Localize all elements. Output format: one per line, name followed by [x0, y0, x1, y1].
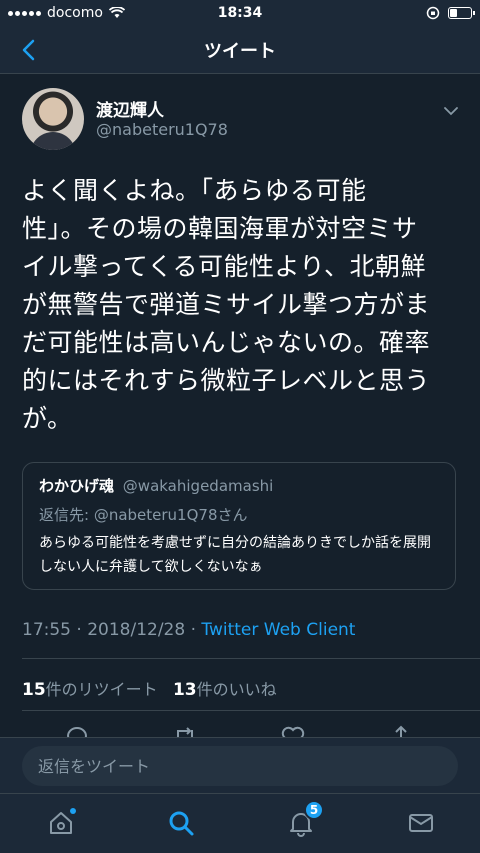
tweet-text: よく聞くよね。「あらゆる可能 性」。その場の韓国海軍が対空ミサ イル撃ってくる可…	[22, 176, 431, 433]
like-count: 13	[172, 680, 197, 700]
quoted-author-handle: @wakahigedamashi	[122, 477, 274, 495]
bottom-tab-bar: 5	[0, 793, 480, 853]
engagement-counts: 15件のリツイート 13件のいいね	[22, 676, 277, 700]
tab-home[interactable]	[44, 806, 78, 840]
quoted-tweet-text: あらゆる可能性を考慮せずに自分の結論ありきでしか話を展開しない人に弁護して欲しく…	[39, 535, 431, 575]
retweet-count-label: 件のリツイート	[45, 680, 158, 699]
author-handle[interactable]: @nabeteru1Q78	[96, 120, 228, 139]
tweet-timestamp: 17:55 · 2018/12/28 ·	[22, 620, 202, 640]
avatar[interactable]	[22, 88, 84, 150]
navigation-bar: ツイート	[0, 26, 480, 74]
quoted-author-name: わかひげ魂	[39, 477, 115, 495]
reply-input[interactable]	[22, 746, 458, 786]
author-display-name[interactable]: 渡辺輝人	[96, 96, 164, 121]
quoted-tweet-header: わかひげ魂 @wakahigedamashi	[39, 475, 439, 496]
tab-notifications[interactable]: 5	[284, 800, 324, 840]
tweet-timestamp-line: 17:55 · 2018/12/28 · Twitter Web Client	[22, 620, 355, 640]
tweet-options-button[interactable]	[440, 100, 462, 122]
quoted-reply-to: 返信先: @nabeteru1Q78さん	[39, 506, 248, 524]
like-count-link[interactable]: 13件のいいね	[172, 680, 277, 700]
status-bar: docomo 18:34	[0, 0, 480, 26]
retweet-count: 15	[22, 680, 46, 700]
chevron-down-icon	[444, 106, 458, 115]
retweet-count-link[interactable]: 15件のリツイート	[22, 680, 158, 700]
battery-icon	[448, 7, 475, 19]
divider	[22, 658, 480, 659]
tab-search[interactable]	[164, 806, 198, 840]
page-title: ツイート	[204, 40, 276, 62]
back-button[interactable]	[14, 36, 42, 64]
chevron-left-icon	[22, 39, 35, 61]
orientation-lock-icon	[426, 6, 440, 20]
like-count-label: 件のいいね	[196, 680, 277, 699]
divider	[22, 710, 480, 711]
tweet-client-link[interactable]: Twitter Web Client	[201, 620, 355, 640]
signal-strength-icon	[8, 10, 41, 16]
quoted-tweet-card[interactable]: わかひげ魂 @wakahigedamashi 返信先: @nabeteru1Q7…	[22, 462, 456, 590]
tab-messages[interactable]	[404, 806, 438, 840]
tweet-header: 渡辺輝人 @nabeteru1Q78	[22, 88, 462, 152]
search-icon	[169, 811, 194, 836]
new-content-dot	[70, 808, 76, 814]
wifi-icon	[108, 7, 125, 18]
carrier-label: docomo	[47, 5, 103, 21]
mail-icon	[409, 814, 433, 832]
reply-bar	[0, 737, 480, 793]
notifications-badge: 5	[304, 800, 324, 820]
